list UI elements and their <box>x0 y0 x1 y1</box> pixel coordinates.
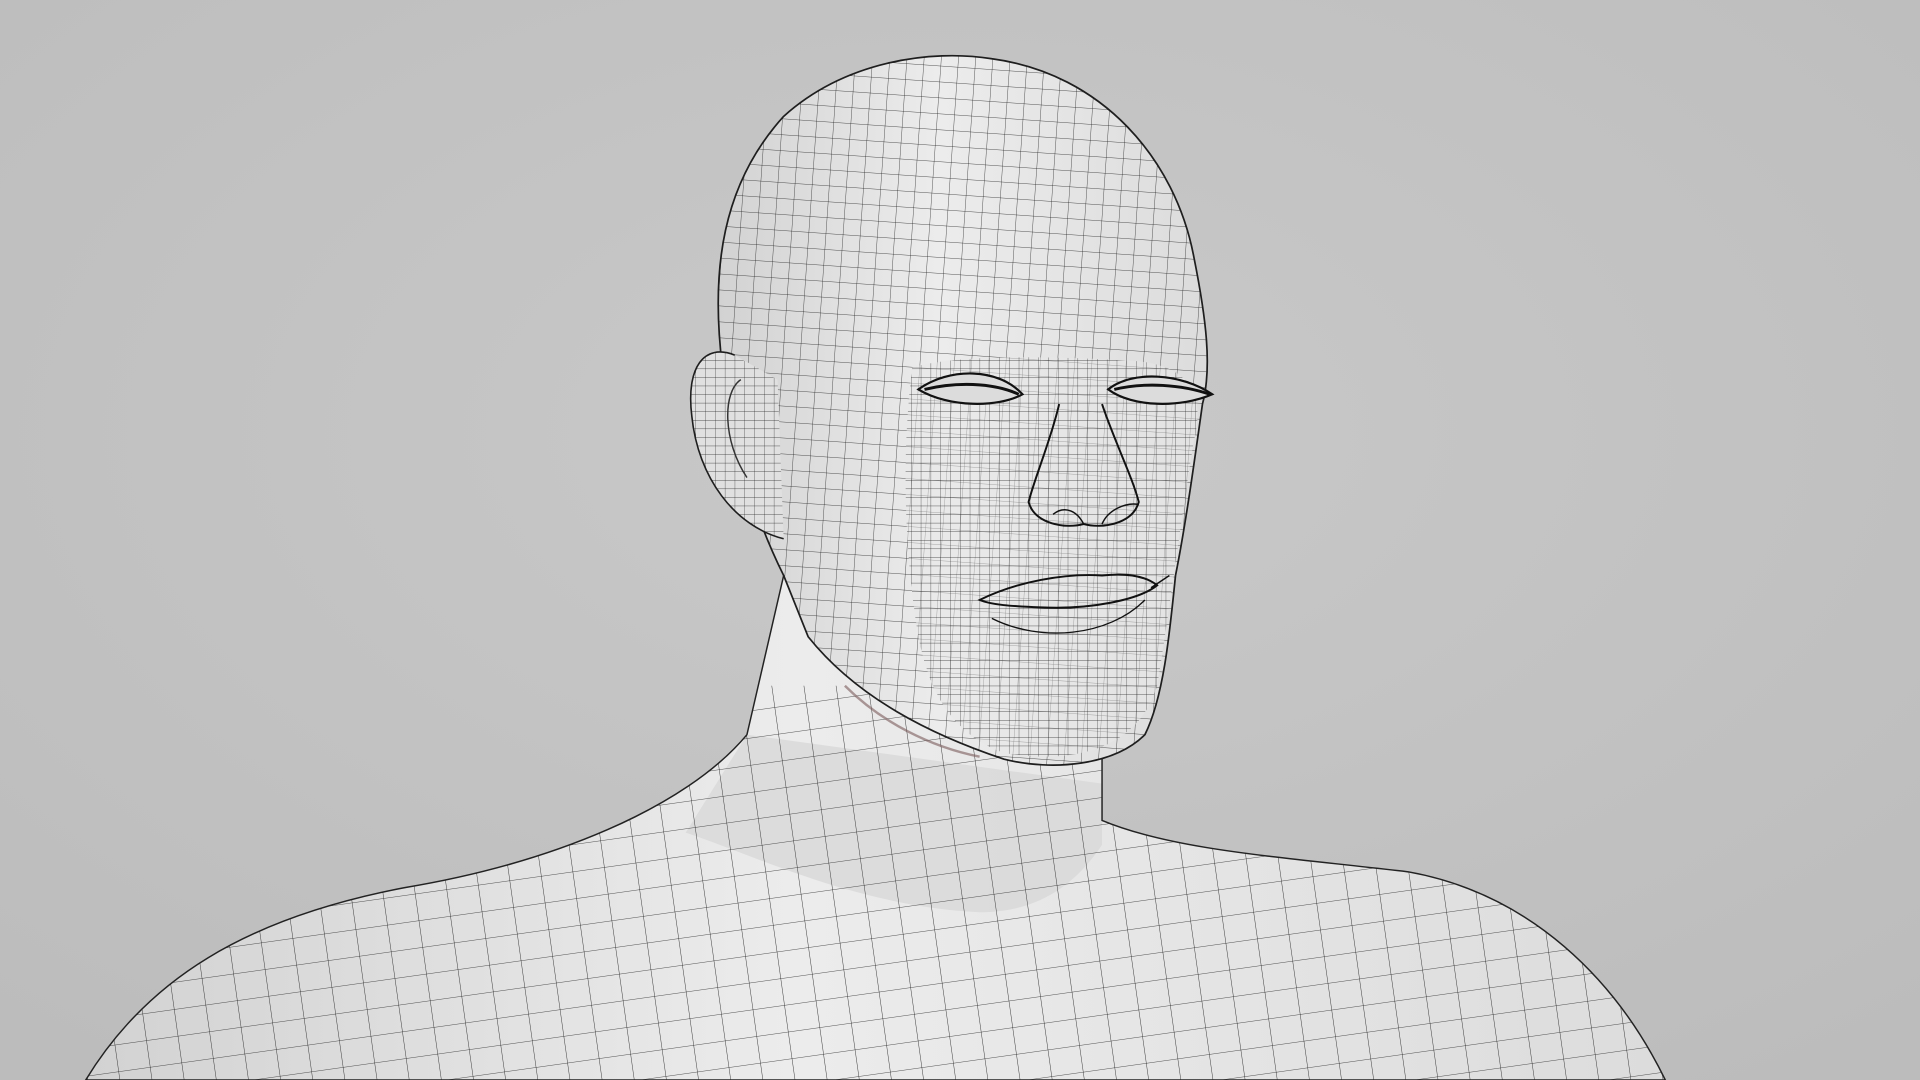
wireframe-bust-render <box>0 0 1920 1080</box>
